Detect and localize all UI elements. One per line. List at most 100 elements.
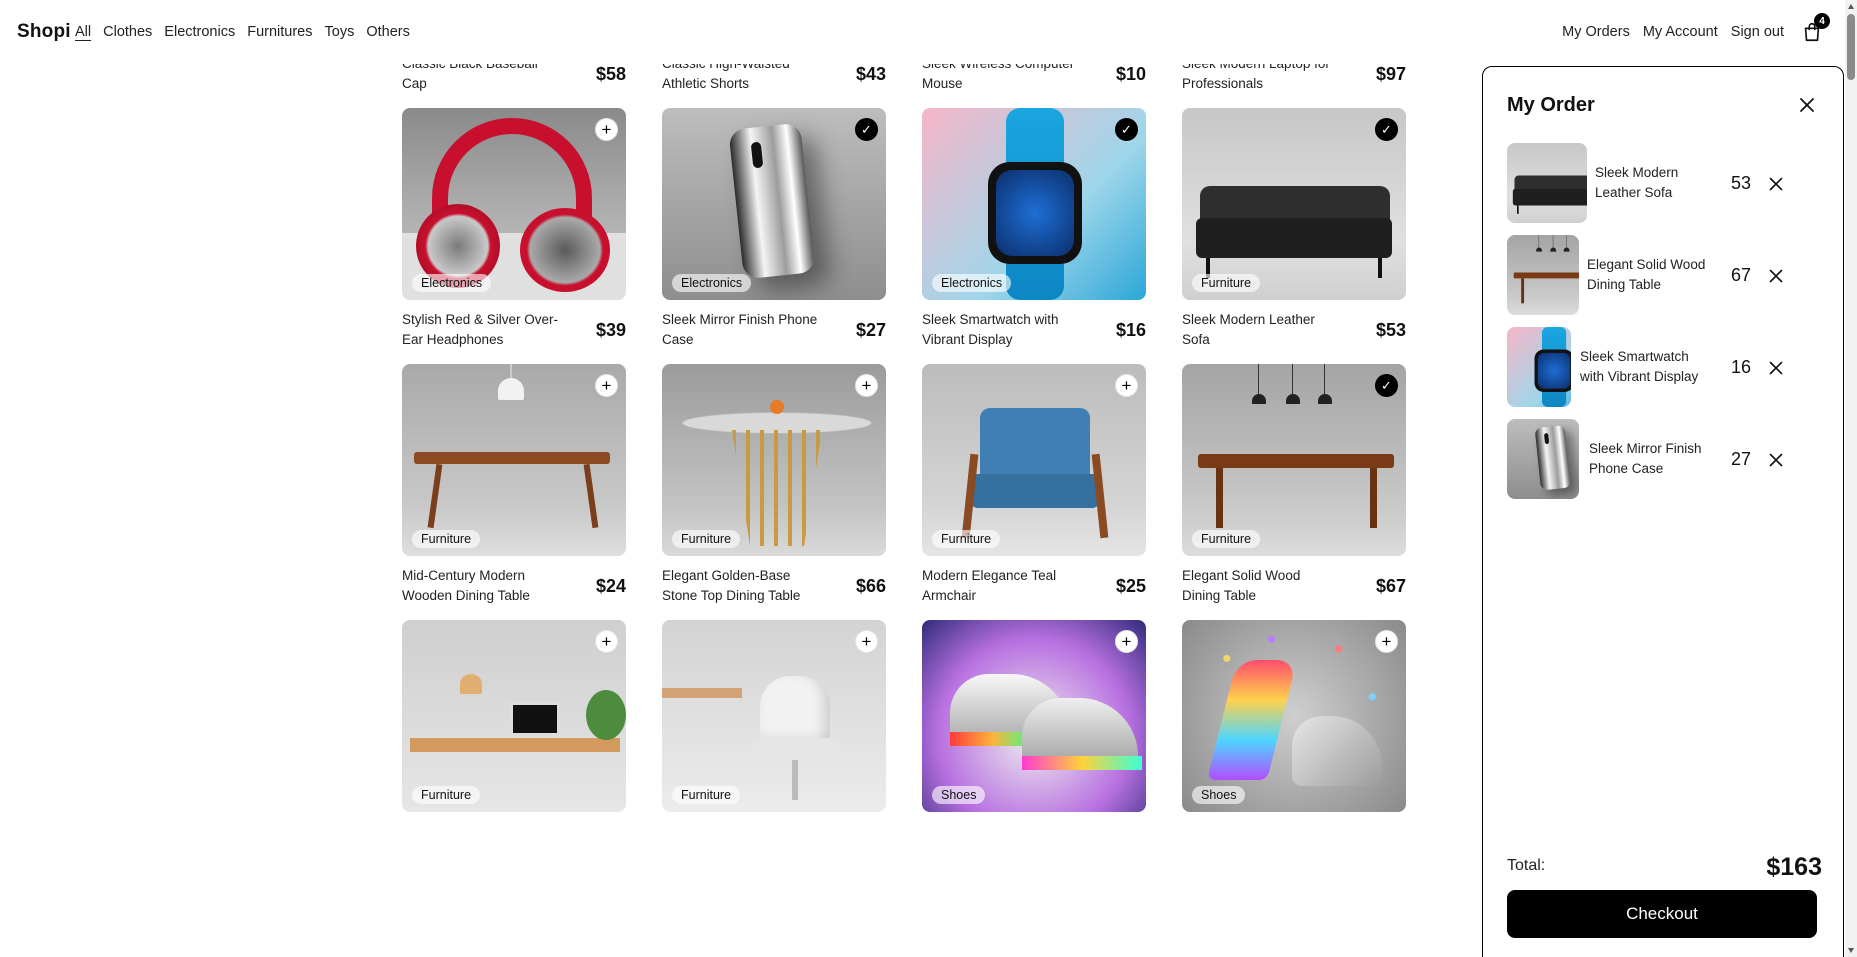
my-account-link[interactable]: My Account [1643,24,1718,40]
product-title: Elegant Solid Wood Dining Table [1182,568,1301,603]
order-item-image [1507,327,1571,407]
product-card[interactable]: Electronics ✓ Sleek Smartwatch with Vibr… [922,108,1146,364]
product-title: Stylish Red & Silver Over-Ear Headphones [402,312,559,347]
product-info: Modern Elegance Teal Armchair $25 [922,564,1146,608]
check-icon[interactable]: ✓ [855,118,878,141]
product-image[interactable]: Electronics ✓ [662,108,886,300]
scrollbar-thumb[interactable] [1847,14,1855,80]
product-title: Sleek Mirror Finish Phone Case [662,312,818,347]
order-item-price: 27 [1731,449,1752,469]
product-card[interactable]: Furniture + [662,620,886,876]
order-item-price: 67 [1731,265,1752,285]
product-price: $24 [595,575,626,596]
product-info: Elegant Solid Wood Dining Table $67 [1182,564,1406,608]
remove-item-icon[interactable] [1765,357,1787,379]
my-orders-link[interactable]: My Orders [1562,24,1630,40]
product-card[interactable]: Furniture + Mid-Century Modern Wooden Di… [402,364,626,620]
check-icon[interactable]: ✓ [1375,374,1398,397]
product-info: Sleek Modern Leather Sofa $53 [1182,308,1406,352]
product-image[interactable]: Furniture + [922,364,1146,556]
order-item-price: 53 [1731,173,1752,193]
category-nav: All Clothes Electronics Furnitures Toys … [75,24,410,40]
product-info: Stylish Red & Silver Over-Ear Headphones… [402,308,626,352]
checkout-button[interactable]: Checkout [1507,890,1817,938]
product-price: $97 [1375,63,1406,84]
product-card[interactable]: Furniture ✓ Elegant Solid Wood Dining Ta… [1182,364,1406,620]
check-icon[interactable]: ✓ [1375,118,1398,141]
product-category-badge: Furniture [672,530,741,548]
product-image[interactable]: Furniture + [662,620,886,812]
plus-icon[interactable]: + [1115,374,1138,397]
remove-item-icon[interactable] [1765,173,1787,195]
product-image[interactable]: Furniture + [662,364,886,556]
nav-category-others[interactable]: Others [366,24,410,40]
product-category-badge: Furniture [1192,274,1261,292]
nav-category-clothes[interactable]: Clothes [103,24,152,40]
product-image[interactable]: Shoes + [922,620,1146,812]
order-item-image [1507,419,1579,499]
plus-icon[interactable]: + [1375,630,1398,653]
order-item-image [1507,143,1587,223]
product-grid: Clothes + Classic Black Baseball Cap $58… [402,0,1406,876]
product-price: $67 [1375,575,1406,596]
product-card[interactable]: Furniture + [402,620,626,876]
scroll-up-arrow-icon[interactable] [1848,4,1854,9]
product-info [922,820,1146,864]
scroll-down-arrow-icon[interactable] [1848,948,1854,953]
product-info: Sleek Smartwatch with Vibrant Display $1… [922,308,1146,352]
plus-icon[interactable]: + [595,630,618,653]
order-item: Sleek Mirror Finish Phone Case 27 [1507,419,1807,511]
plus-icon[interactable]: + [855,374,878,397]
plus-icon[interactable]: + [595,374,618,397]
product-card[interactable]: Shoes + [922,620,1146,876]
product-category-badge: Furniture [932,530,1001,548]
sign-out-link[interactable]: Sign out [1731,24,1784,40]
product-card[interactable]: Furniture ✓ Sleek Modern Leather Sofa $5… [1182,108,1406,364]
product-category-badge: Furniture [412,530,481,548]
product-image[interactable]: Furniture + [402,364,626,556]
product-price: $58 [595,63,626,84]
plus-icon[interactable]: + [1115,630,1138,653]
nav-category-all[interactable]: All [75,24,91,40]
brand-logo[interactable]: Shopi [17,21,71,43]
order-panel: My Order Sleek Modern Leather Sofa 53 El… [1482,66,1844,957]
product-category-badge: Electronics [412,274,492,292]
product-image[interactable]: Electronics ✓ [922,108,1146,300]
remove-item-icon[interactable] [1765,265,1787,287]
product-image[interactable]: Shoes + [1182,620,1406,812]
order-item-title: Sleek Modern Leather Sofa [1595,165,1679,200]
check-icon[interactable]: ✓ [1115,118,1138,141]
product-category-badge: Furniture [1192,530,1261,548]
total-value: $163 [1766,853,1822,881]
product-info: Elegant Golden-Base Stone Top Dining Tab… [662,564,886,608]
order-item-image [1507,235,1579,315]
remove-item-icon[interactable] [1765,449,1787,471]
close-icon[interactable] [1795,93,1819,117]
product-image[interactable]: Furniture ✓ [1182,364,1406,556]
page-scrollbar[interactable] [1845,0,1857,957]
nav-category-furnitures[interactable]: Furnitures [247,24,312,40]
product-image[interactable]: Furniture ✓ [1182,108,1406,300]
order-item-price: 16 [1731,357,1752,377]
product-price: $25 [1115,575,1146,596]
product-card[interactable]: Furniture + Elegant Golden-Base Stone To… [662,364,886,620]
plus-icon[interactable]: + [595,118,618,141]
product-price: $39 [595,319,626,340]
order-item: Sleek Modern Leather Sofa 53 [1507,143,1807,235]
product-card[interactable]: Shoes + [1182,620,1406,876]
product-info: Mid-Century Modern Wooden Dining Table $… [402,564,626,608]
product-card[interactable]: Electronics ✓ Sleek Mirror Finish Phone … [662,108,886,364]
cart-button[interactable]: 4 [1799,13,1830,46]
product-image[interactable]: Electronics + [402,108,626,300]
plus-icon[interactable]: + [855,630,878,653]
nav-category-electronics[interactable]: Electronics [164,24,235,40]
product-price: $16 [1115,319,1146,340]
product-info [1182,820,1406,864]
account-nav: My Orders My Account Sign out 4 [1562,13,1830,46]
product-image[interactable]: Furniture + [402,620,626,812]
order-item: Elegant Solid Wood Dining Table 67 [1507,235,1807,327]
product-card[interactable]: Furniture + Modern Elegance Teal Armchai… [922,364,1146,620]
product-title: Modern Elegance Teal Armchair [922,568,1057,603]
nav-category-toys[interactable]: Toys [325,24,355,40]
product-card[interactable]: Electronics + Stylish Red & Silver Over-… [402,108,626,364]
